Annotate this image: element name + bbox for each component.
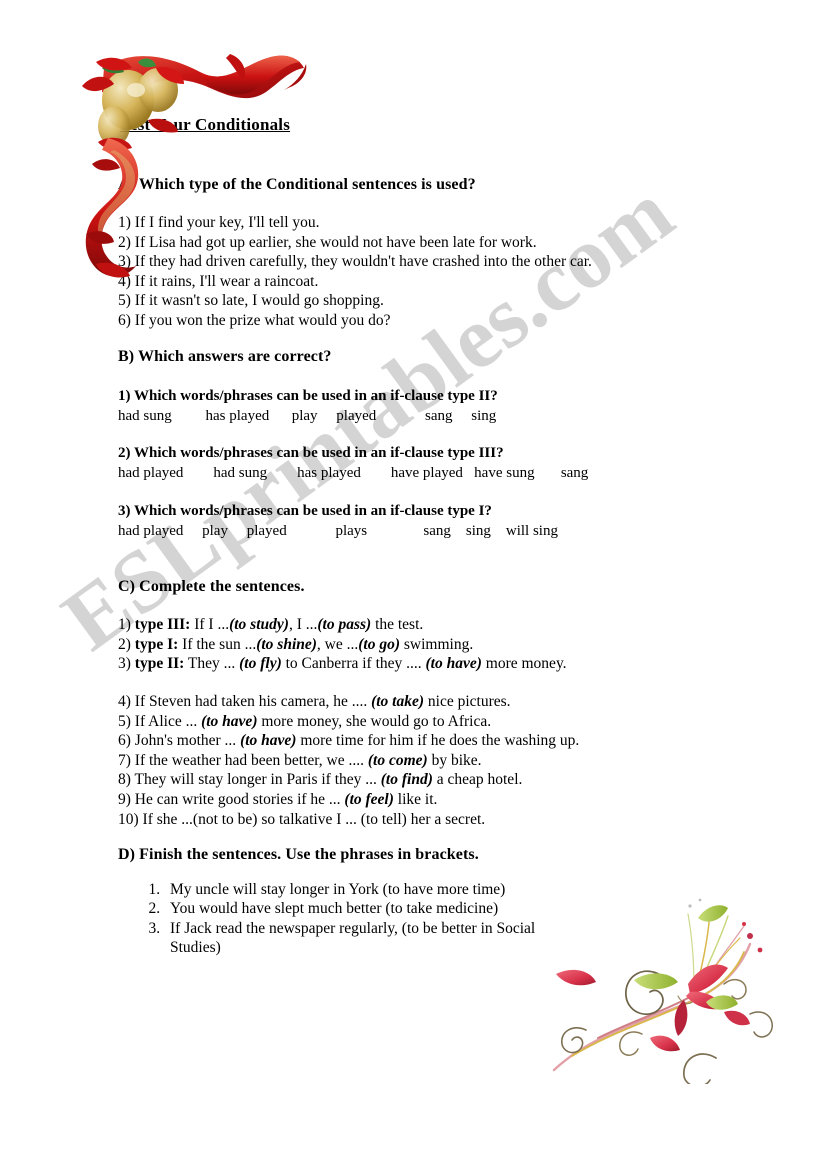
item-post: nice pictures. <box>424 693 511 710</box>
item-number: 6) <box>118 732 131 750</box>
section-c-item: 7) If the weather had been better, we ..… <box>118 751 579 771</box>
item-post: more money, she would go to Africa. <box>257 712 492 730</box>
section-a-item: 6) If you won the prize what would you d… <box>118 311 391 329</box>
item-number: 2) <box>118 635 131 653</box>
section-c-group-1: 1) type III: If I ...(to study), I ...(t… <box>118 615 567 674</box>
verb-cue: (to shine) <box>256 635 317 653</box>
item-post: like it. <box>393 790 438 808</box>
verb-cue: (to come) <box>367 751 428 769</box>
section-b-prompt: 2) Which words/phrases can be used in an… <box>118 445 504 461</box>
item-number: 7) <box>118 751 131 769</box>
verb-cue: (to pass) <box>317 616 372 633</box>
verb-cue: (to go) <box>358 635 401 653</box>
verb-cue: (to find) <box>380 771 433 789</box>
section-c-item: 1) type III: If I ...(to study), I ...(t… <box>118 615 567 635</box>
section-c-item: 4) If Steven had taken his camera, he ..… <box>118 692 579 712</box>
worksheet-page: ESLprintables.com Test Your Conditionals… <box>0 0 826 1169</box>
item-pre: If the sun ... <box>178 635 257 653</box>
section-b-options[interactable]: had played had sung has played have play… <box>118 464 588 484</box>
section-c-heading: C) Complete the sentences. <box>118 578 305 595</box>
section-a-item: 4) If it rains, I'll wear a raincoat. <box>118 272 319 290</box>
item-post: the test. <box>371 616 424 633</box>
section-c-item: 2) type I: If the sun ...(to shine), we … <box>118 635 567 655</box>
section-b-heading: B) Which answers are correct? <box>118 348 332 365</box>
item-number: 9) <box>118 790 131 808</box>
section-a-heading: A) Which type of the Conditional sentenc… <box>118 176 476 193</box>
item-number: 4) <box>118 693 131 710</box>
section-b-options[interactable]: had played play played plays sang sing w… <box>118 522 558 542</box>
section-c-item: 10) If she ...(not to be) so talkative I… <box>118 810 579 830</box>
verb-cue: (to take) <box>371 693 425 710</box>
item-post: a cheap hotel. <box>432 771 523 789</box>
verb-cue: (to have) <box>201 712 258 730</box>
item-pre: They will stay longer in Paris if they .… <box>130 771 381 789</box>
item-pre: If the weather had been better, we .... <box>130 751 368 769</box>
section-c-item: 6) John's mother ... (to have) more time… <box>118 731 579 751</box>
section-c-item: 8) They will stay longer in Paris if the… <box>118 770 579 790</box>
item-pre: If Steven had taken his camera, he .... <box>130 693 372 710</box>
type-label: type I: <box>134 635 179 653</box>
section-b-prompt: 1) Which words/phrases can be used in an… <box>118 388 498 404</box>
section-c-item: 9) He can write good stories if he ... (… <box>118 790 579 810</box>
verb-cue: (to fly) <box>239 655 282 673</box>
type-label: type II: <box>134 655 185 673</box>
item-number: 3) <box>118 655 131 673</box>
section-d-heading: D) Finish the sentences. Use the phrases… <box>118 846 479 863</box>
item-post: more time for him if he does the washing… <box>296 732 580 750</box>
verb-cue: (to have) <box>240 732 297 750</box>
verb-cue: (to study) <box>229 616 289 633</box>
list-item: My uncle will stay longer in York (to ha… <box>164 880 544 899</box>
section-c-group-2: 4) If Steven had taken his camera, he ..… <box>118 692 579 829</box>
verb-cue: (to have) <box>425 655 482 673</box>
list-item: You would have slept much better (to tak… <box>164 899 544 918</box>
section-b-question-3: 3) Which words/phrases can be used in an… <box>118 502 558 541</box>
item-pre: If I ... <box>190 616 230 633</box>
item-number: 10) <box>118 810 139 828</box>
item-pre: John's mother ... <box>130 732 241 750</box>
item-post: by bike. <box>427 751 482 769</box>
item-pre: If Alice ... <box>130 712 202 730</box>
type-label: type III: <box>134 616 191 633</box>
section-c-item: 3) type II: They ... (to fly) to Canberr… <box>118 654 567 674</box>
item-mid: to Canberra if they .... <box>281 655 426 673</box>
section-a-item: 5) If it wasn't so late, I would go shop… <box>118 292 384 310</box>
page-title: Test Your Conditionals <box>120 115 291 134</box>
section-b-question-1: 1) Which words/phrases can be used in an… <box>118 387 498 426</box>
item-number: 8) <box>118 771 131 789</box>
section-a-item: 3) If they had driven carefully, they wo… <box>118 253 592 271</box>
worksheet-content: Test Your Conditionals A) Which type of … <box>0 0 826 1169</box>
section-d-items: My uncle will stay longer in York (to ha… <box>132 880 544 958</box>
item-pre: If she ...(not to be) so talkative I ...… <box>138 810 486 828</box>
section-a-item: 2) If Lisa had got up earlier, she would… <box>118 233 537 251</box>
section-a-item: 1) If I find your key, I'll tell you. <box>118 214 320 231</box>
item-number: 1) <box>118 616 131 633</box>
section-a-items: 1) If I find your key, I'll tell you. 2)… <box>118 213 592 331</box>
section-c-item: 5) If Alice ... (to have) more money, sh… <box>118 712 579 732</box>
section-b-question-2: 2) Which words/phrases can be used in an… <box>118 444 588 483</box>
section-b-options[interactable]: had sung has played play played sang sin… <box>118 407 498 427</box>
item-post: more money. <box>481 655 567 673</box>
item-mid: , we ... <box>316 635 359 653</box>
item-pre: They ... <box>184 655 240 673</box>
item-number: 5) <box>118 712 131 730</box>
verb-cue: (to feel) <box>344 790 394 808</box>
item-pre: He can write good stories if he ... <box>130 790 345 808</box>
section-b-prompt: 3) Which words/phrases can be used in an… <box>118 503 492 519</box>
list-item: If Jack read the newspaper regularly, (t… <box>164 919 544 958</box>
item-mid: , I ... <box>288 616 318 633</box>
item-post: swimming. <box>400 635 474 653</box>
